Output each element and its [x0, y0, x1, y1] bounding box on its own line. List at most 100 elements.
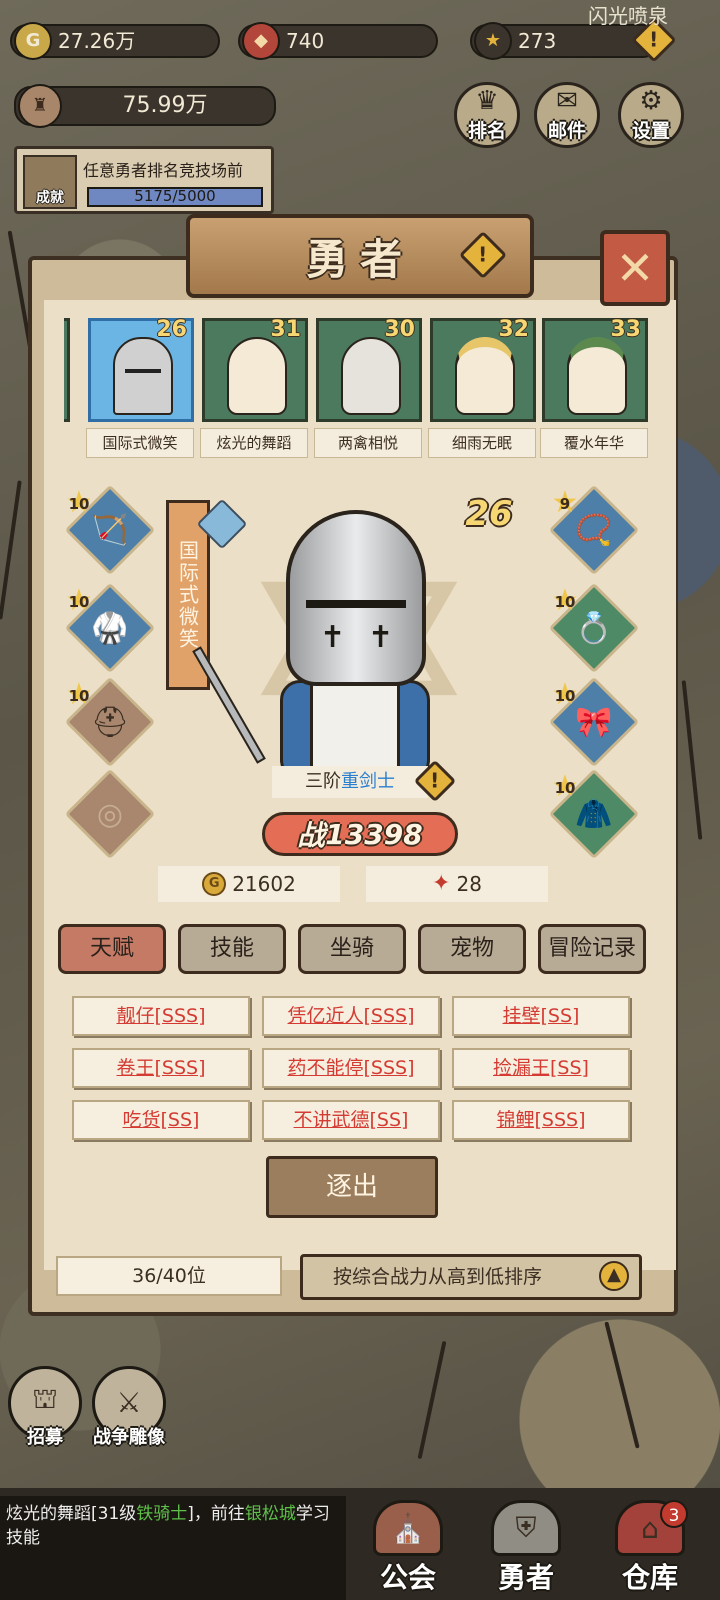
close-icon: ✕	[615, 241, 655, 295]
sort-button[interactable]: 按综合战力从高到低排序 ▲	[300, 1254, 642, 1300]
equip-level: 10	[68, 687, 90, 705]
hero-list[interactable]: 32 26 31 30 32 33	[64, 318, 648, 426]
power-value: 13398	[325, 817, 423, 851]
expel-button[interactable]: 逐出	[266, 1156, 438, 1218]
hero-level: 26	[156, 318, 187, 342]
hint-text: ]，前往	[187, 1504, 245, 1524]
hero-class: 三阶重剑士	[272, 766, 428, 798]
hero-name[interactable]: 炫光的舞蹈	[200, 428, 308, 458]
equip-level: 10	[68, 593, 90, 611]
nav-heroes-label: 勇者	[497, 1561, 554, 1594]
warrior-portrait-icon	[227, 337, 287, 415]
hero-gold-stat: G 21602	[158, 866, 340, 902]
hero-card[interactable]: 31	[202, 318, 308, 422]
quest-title: 任意勇者排名竞技场前	[83, 161, 244, 180]
roster-count: 36/40位	[56, 1256, 282, 1296]
ranking-button[interactable]: ♛ 排名	[454, 82, 520, 148]
quest-progress-text: 5175/5000	[134, 187, 216, 205]
hint-city: 银松城	[244, 1504, 296, 1524]
hero-name[interactable]: 国际式微笑	[86, 428, 194, 458]
gem-resource[interactable]: ◆ 740	[238, 22, 438, 60]
hero-gold-value: 21602	[232, 872, 296, 896]
equip-level: 10	[554, 779, 576, 797]
hero-name[interactable]: 覆水年华	[540, 428, 648, 458]
hero-level: 33	[610, 318, 641, 342]
crown-icon: ♛	[475, 86, 499, 116]
ranking-label: 排名	[467, 120, 506, 142]
hero-card[interactable]: 30	[316, 318, 422, 422]
talent-item[interactable]: 锦鲤[SSS]	[452, 1100, 630, 1140]
hero-ticket-stat: ✦ 28	[366, 866, 548, 902]
star-resource[interactable]: ★ 273	[470, 22, 660, 60]
hero-card-selected[interactable]: 26	[88, 318, 194, 422]
power-label: 战	[297, 819, 326, 852]
hero-level-badge: 26	[465, 494, 513, 534]
total-power: ♜ 75.99万	[14, 84, 276, 128]
arrow-up-icon: ▲	[599, 1261, 629, 1291]
settings-button[interactable]: ⚙ 设置	[618, 82, 684, 148]
achievement-quest[interactable]: 成就 任意勇者排名竞技场前 5175/5000	[14, 146, 274, 214]
nav-guild[interactable]: ⛪ 公会	[348, 1494, 468, 1600]
hero-helmet-icon: ⛨	[491, 1500, 561, 1556]
hero-level: 31	[270, 318, 301, 342]
settings-label: 设置	[631, 120, 670, 142]
recruit-label: 招募	[27, 1427, 63, 1448]
talent-item[interactable]: 卷王[SSS]	[72, 1048, 250, 1088]
statue-icon: ⚔	[116, 1386, 142, 1419]
nav-warehouse[interactable]: ⌂ 仓库 3	[590, 1494, 710, 1600]
hero-card[interactable]: 32	[64, 318, 70, 422]
talent-item[interactable]: 吃货[SS]	[72, 1100, 250, 1140]
tab-mount[interactable]: 坐骑	[298, 924, 406, 974]
recruit-icon: ⛫	[32, 1382, 58, 1415]
star-amount: 273	[518, 29, 557, 53]
warehouse-badge: 3	[660, 1500, 688, 1528]
close-button[interactable]: ✕	[600, 230, 670, 306]
mail-icon: ✉	[556, 86, 578, 116]
talent-item[interactable]: 靓仔[SSS]	[72, 996, 250, 1036]
hero-card[interactable]: 33	[542, 318, 648, 422]
empty-slot-icon: ◎	[96, 796, 124, 832]
total-power-value: 75.99万	[122, 93, 208, 118]
talent-item[interactable]: 不讲武德[SS]	[262, 1100, 440, 1140]
mail-label: 邮件	[547, 120, 586, 142]
class-rank: 三阶	[305, 771, 341, 792]
achievement-icon: 成就	[23, 155, 77, 209]
equip-level: 10	[554, 687, 576, 705]
mail-button[interactable]: ✉ 邮件	[534, 82, 600, 148]
hero-level: 30	[384, 318, 415, 342]
gear-icon: ⚙	[639, 86, 663, 116]
nav-heroes[interactable]: ⛨ 勇者	[466, 1494, 586, 1600]
talent-item[interactable]: 挂壁[SS]	[452, 996, 630, 1036]
hint-text: 炫光的舞蹈[31级	[6, 1504, 137, 1524]
talent-item[interactable]: 捡漏王[SS]	[452, 1048, 630, 1088]
knight-character-icon: ✝ ✝	[192, 490, 450, 780]
hint-message[interactable]: 炫光的舞蹈[31级铁骑士]，前往银松城学习技能	[0, 1496, 346, 1600]
tab-talent[interactable]: 天赋	[58, 924, 166, 974]
recruit-button[interactable]: ⛫ 招募	[8, 1366, 82, 1448]
achievement-label: 成就	[36, 190, 64, 206]
shield-gem-icon: ◆	[242, 22, 280, 60]
talent-item[interactable]: 药不能停[SSS]	[262, 1048, 440, 1088]
sort-label: 按综合战力从高到低排序	[333, 1266, 543, 1288]
archer-portrait-icon	[567, 337, 627, 415]
tab-adventure-log[interactable]: 冒险记录	[538, 924, 646, 974]
ticket-icon: ✦	[432, 871, 451, 896]
tab-skills[interactable]: 技能	[178, 924, 286, 974]
talent-item[interactable]: 凭亿近人[SSS]	[262, 996, 440, 1036]
blonde-hero-portrait-icon	[455, 337, 515, 415]
tab-pet[interactable]: 宠物	[418, 924, 526, 974]
war-statue-button[interactable]: ⚔ 战争雕像	[92, 1366, 166, 1448]
hint-class: 铁骑士	[136, 1504, 188, 1524]
quest-progress-bar: 5175/5000	[87, 187, 263, 207]
nav-guild-label: 公会	[379, 1561, 436, 1594]
star-icon: ★	[474, 22, 512, 60]
class-name: 重剑士	[341, 771, 395, 792]
hero-card[interactable]: 32	[430, 318, 536, 422]
hero-name[interactable]: 两禽相悦	[314, 428, 422, 458]
panel-title: 勇者	[305, 234, 414, 284]
hero-name[interactable]: 细雨无眠	[428, 428, 536, 458]
equip-level: 10	[554, 593, 576, 611]
gold-resource[interactable]: G 27.26万	[10, 22, 220, 60]
equip-level: 10	[68, 495, 90, 513]
power-emblem-icon: ♜	[18, 84, 62, 128]
